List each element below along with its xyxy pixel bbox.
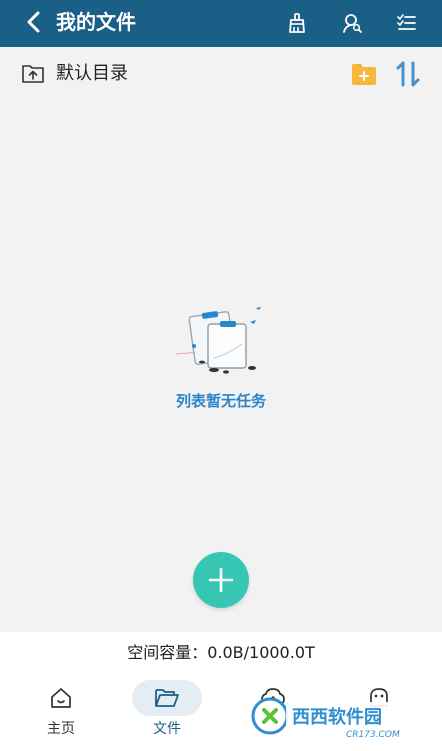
nav-home-label: 主页 [47, 721, 75, 737]
home-icon [51, 688, 71, 708]
empty-clipboard-illustration [170, 302, 270, 376]
nav-files-label: 文件 [153, 721, 181, 737]
app-header: 我的文件 [0, 0, 442, 47]
add-task-button[interactable] [193, 552, 249, 608]
nav-home[interactable]: 主页 [26, 680, 96, 744]
watermark-main-text: 西西软件园 [292, 706, 382, 728]
folder-open-icon [155, 689, 179, 707]
empty-state-message: 列表暂无任务 [175, 392, 266, 410]
sort-icon [396, 61, 420, 87]
search-user-button[interactable] [337, 8, 367, 38]
user-search-icon [343, 14, 362, 33]
clean-button[interactable] [282, 8, 312, 38]
task-list-button[interactable] [392, 8, 422, 38]
sort-button[interactable] [394, 59, 422, 89]
new-folder-button[interactable] [350, 61, 378, 87]
directory-label: 默认目录 [56, 63, 128, 84]
storage-capacity: 空间容量：0.0B/1000.0T [127, 643, 315, 662]
new-folder-icon [352, 64, 376, 85]
site-watermark: 西西软件园 CR173.COM [250, 690, 420, 740]
back-button[interactable] [18, 6, 50, 38]
plus-icon [208, 567, 234, 593]
back-arrow-icon [27, 11, 40, 33]
checklist-icon [397, 14, 416, 30]
page-title: 我的文件 [56, 10, 136, 34]
directory-bar: 默认目录 [0, 47, 442, 101]
broom-clean-icon [289, 13, 305, 33]
parent-directory-button[interactable] [21, 63, 45, 85]
nav-files[interactable]: 文件 [132, 680, 202, 744]
watermark-sub-text: CR173.COM [346, 730, 400, 740]
folder-up-icon [22, 65, 44, 83]
